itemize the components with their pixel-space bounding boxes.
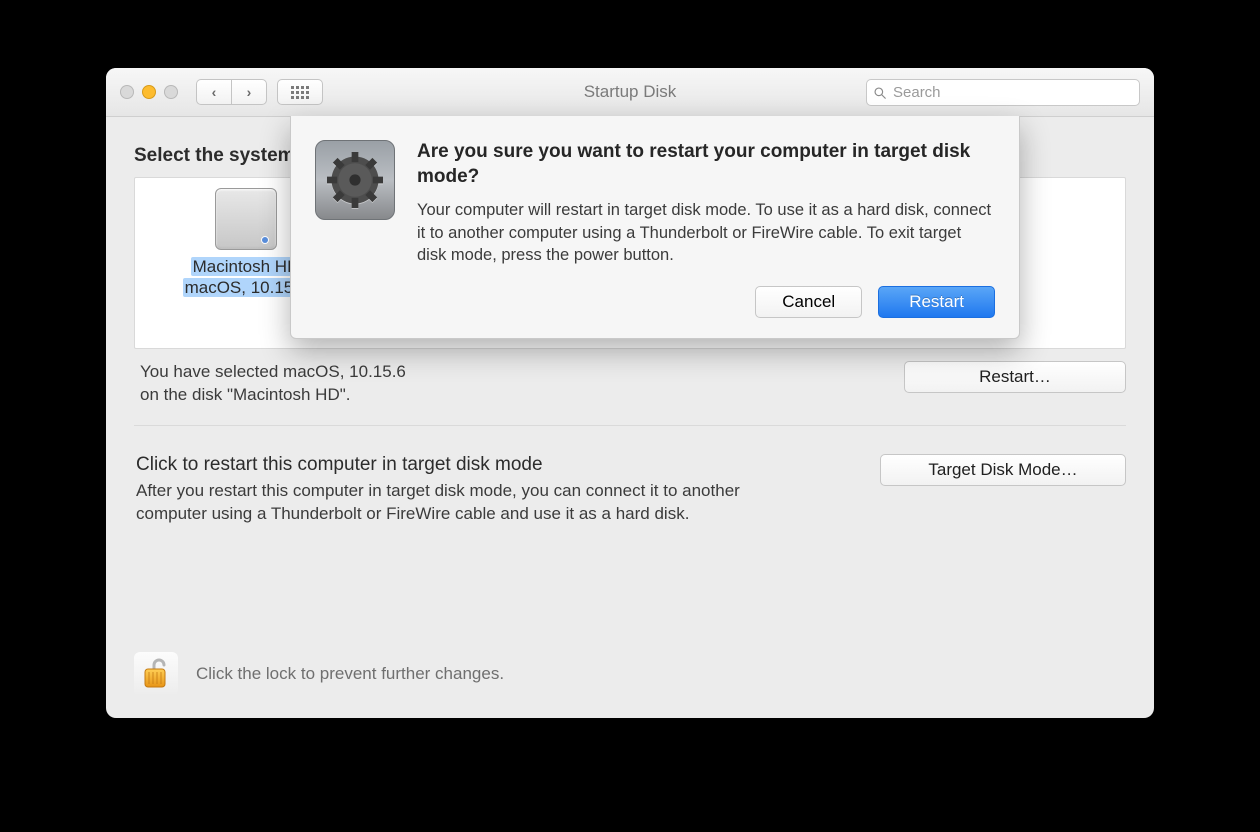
search-box[interactable]	[866, 79, 1140, 106]
chevron-right-icon: ›	[247, 84, 252, 100]
window-close-button[interactable]	[120, 85, 134, 99]
selection-info-text: You have selected macOS, 10.15.6 on the …	[134, 361, 880, 407]
target-disk-title: Click to restart this computer in target…	[136, 454, 856, 476]
restart-button[interactable]: Restart…	[904, 361, 1126, 393]
confirm-restart-sheet: Are you sure you want to restart your co…	[290, 116, 1020, 339]
sheet-title: Are you sure you want to restart your co…	[417, 140, 995, 189]
lock-button[interactable]	[134, 652, 178, 696]
sheet-actions: Cancel Restart	[417, 286, 995, 318]
unlocked-lock-icon	[141, 657, 171, 691]
search-input[interactable]	[891, 83, 1133, 102]
traffic-lights	[120, 85, 178, 99]
chevron-left-icon: ‹	[212, 84, 217, 100]
hard-drive-icon	[215, 188, 277, 250]
grid-icon	[291, 86, 309, 99]
titlebar: ‹ › Startup Disk	[106, 68, 1154, 117]
target-disk-section: Click to restart this computer in target…	[134, 454, 1126, 526]
lock-row: Click the lock to prevent further change…	[134, 652, 504, 696]
window-minimize-button[interactable]	[142, 85, 156, 99]
disk-name: Macintosh HD	[191, 257, 302, 276]
divider	[134, 425, 1126, 426]
show-all-button[interactable]	[277, 79, 323, 105]
sheet-description: Your computer will restart in target dis…	[417, 199, 995, 266]
back-button[interactable]: ‹	[196, 79, 231, 105]
forward-button[interactable]: ›	[231, 79, 267, 105]
lock-help-text: Click the lock to prevent further change…	[196, 664, 504, 684]
system-preferences-icon	[315, 140, 395, 220]
sheet-body: Are you sure you want to restart your co…	[417, 140, 995, 318]
cancel-button[interactable]: Cancel	[755, 286, 862, 318]
search-icon	[873, 86, 887, 100]
target-disk-description: After you restart this computer in targe…	[136, 480, 756, 526]
confirm-restart-button[interactable]: Restart	[878, 286, 995, 318]
window-zoom-button[interactable]	[164, 85, 178, 99]
nav-group: ‹ ›	[196, 79, 267, 105]
target-disk-mode-button[interactable]: Target Disk Mode…	[880, 454, 1126, 486]
gear-icon	[327, 152, 383, 208]
